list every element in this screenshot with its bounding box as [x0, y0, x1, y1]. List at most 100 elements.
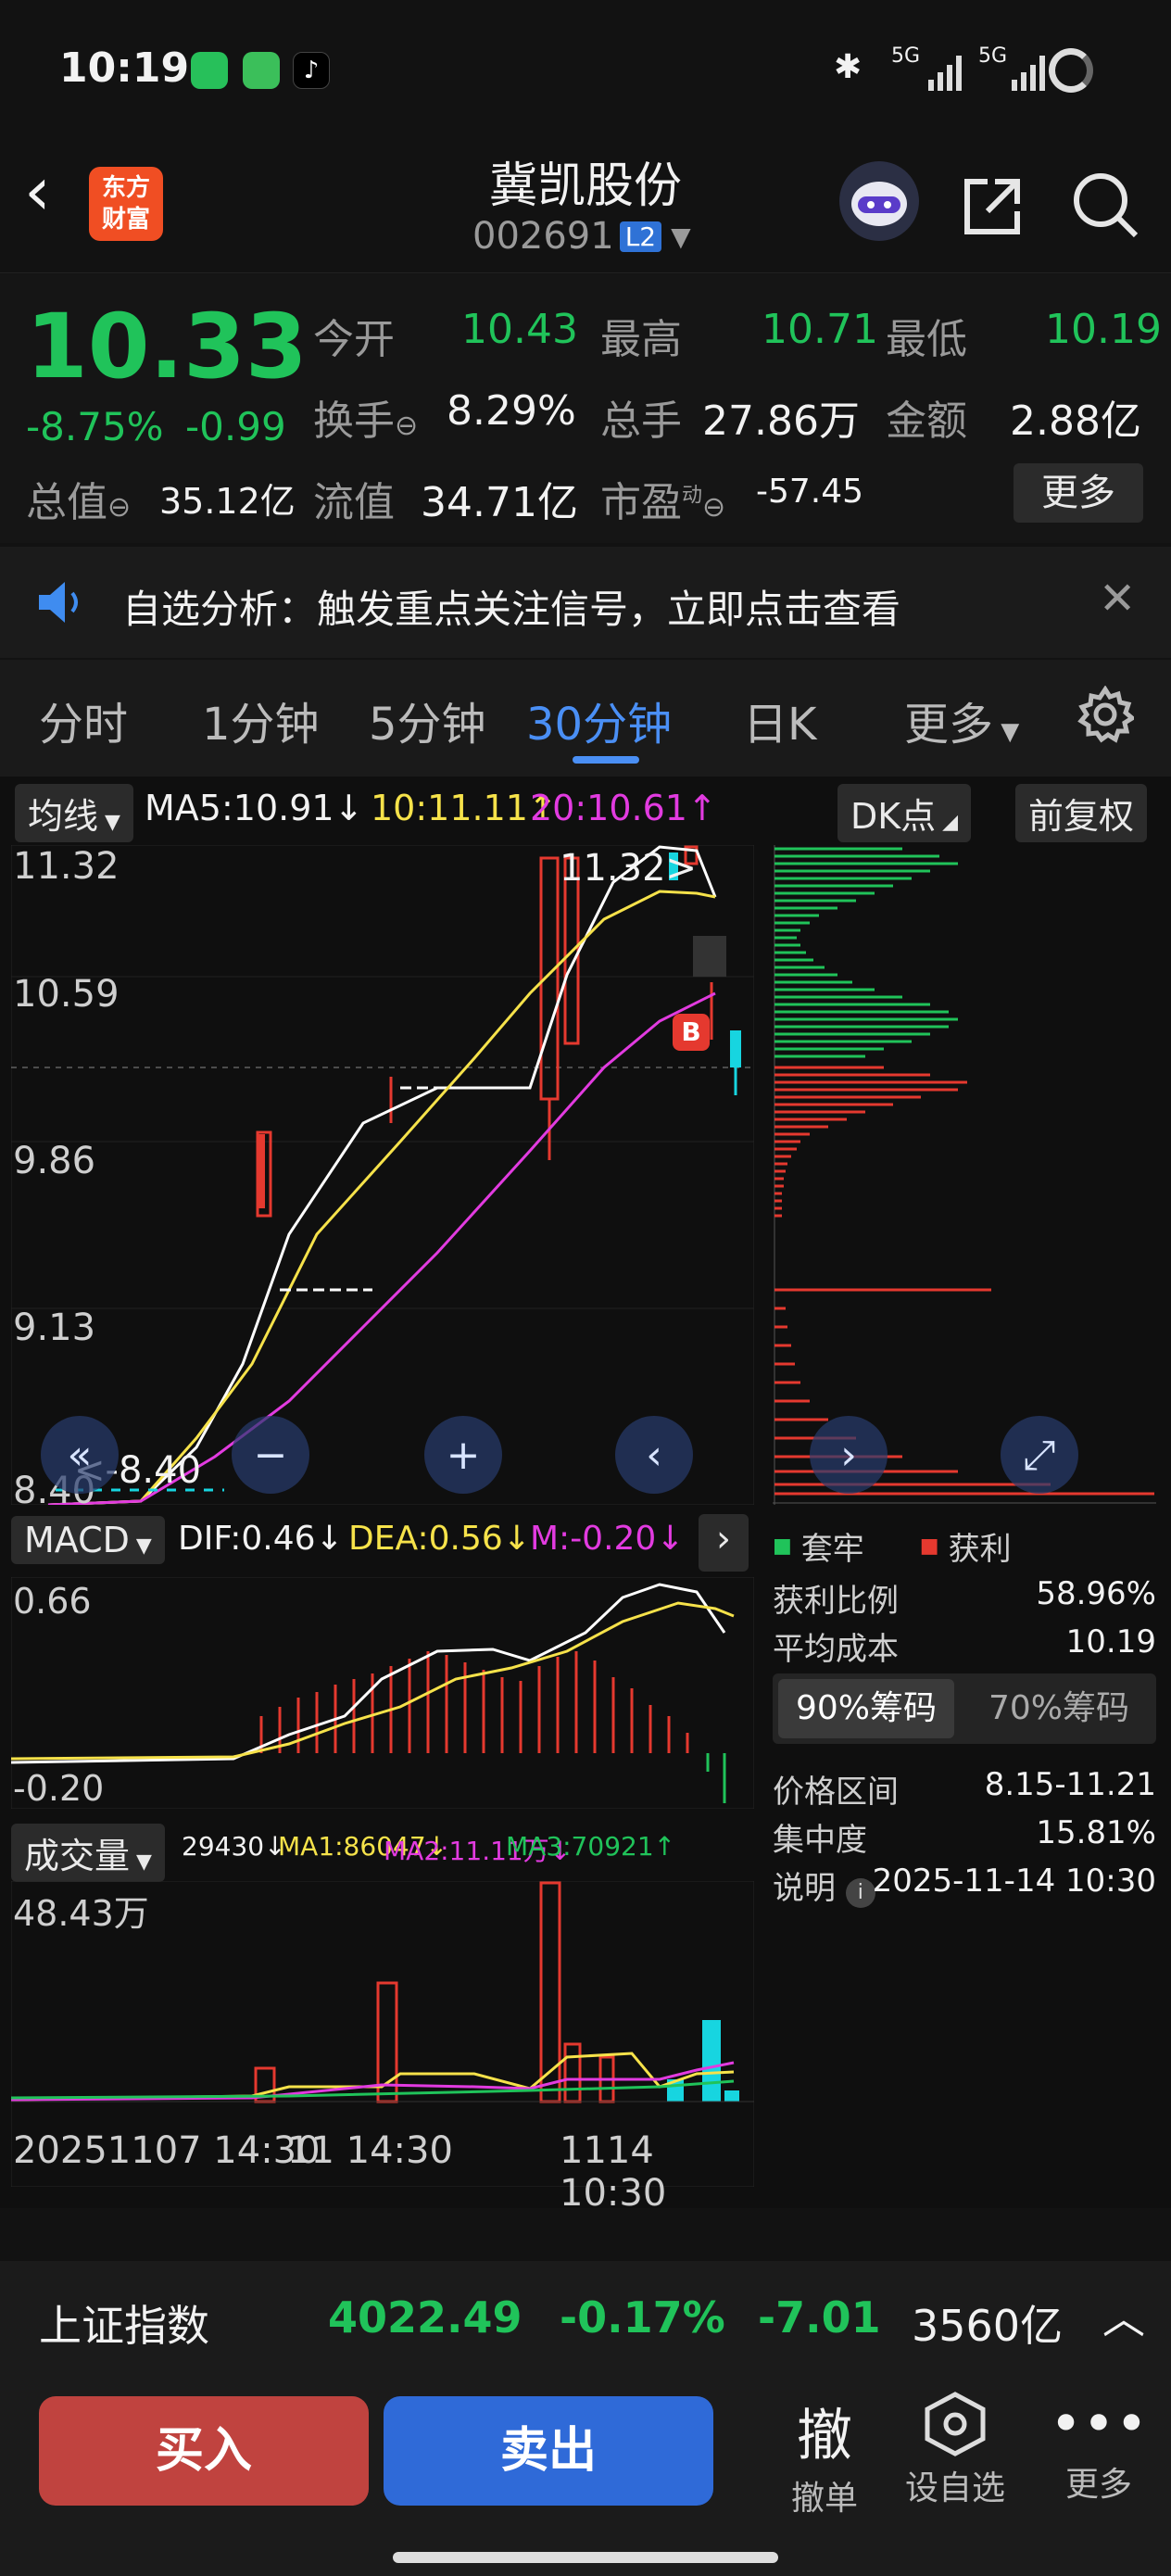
index-pct: -0.17% — [560, 2292, 725, 2342]
ma5-line — [47, 845, 717, 1505]
tab-30min[interactable]: 30分钟 — [526, 688, 672, 752]
y-tick-4: 9.13 — [13, 1307, 96, 1349]
ma-type-dropdown[interactable]: 均线 ▼ — [15, 784, 133, 842]
buy-button[interactable]: 买入 — [39, 2396, 369, 2506]
fullscreen-icon[interactable]: ⤢ — [1001, 1416, 1078, 1494]
candles — [256, 845, 741, 1218]
y-tick-top: 11.32 — [13, 845, 120, 888]
macd-m: M:-0.20↓ — [530, 1520, 685, 1558]
ma5-value: MA5:10.91↓ — [145, 788, 364, 828]
zoom-out-icon[interactable]: − — [232, 1416, 309, 1494]
low-value: 10.19 — [1045, 306, 1162, 353]
avg-cost-label: 平均成本 — [773, 1631, 899, 1668]
macd-chart[interactable] — [11, 1577, 754, 1809]
index-change: -7.01 — [758, 2292, 881, 2342]
volume-y-top: 48.43万 — [13, 1893, 149, 1934]
x-axis-left: 20251107 14:30 — [13, 2129, 321, 2172]
open-label: 今开 — [313, 316, 395, 363]
tab-fenshi[interactable]: 分时 — [39, 688, 128, 752]
stock-code-row[interactable]: 002691 L2 ▼ — [472, 215, 691, 258]
stock-code: 002691 — [472, 215, 614, 258]
volume-bars — [254, 1881, 615, 2103]
amount-value: 2.88亿 — [1010, 398, 1141, 445]
concentration-label: 集中度 — [773, 1822, 867, 1859]
index-amount: 3560亿 — [912, 2301, 1064, 2351]
network-5g-label-2: 5G — [978, 44, 1008, 68]
float-label: 流值 — [313, 479, 395, 526]
notice-text: 自选分析：触发重点关注信号，立即点击查看 — [122, 587, 901, 632]
volume-dropdown[interactable]: 成交量 ▼ — [11, 1824, 165, 1882]
profit-ratio-label: 获利比例 — [773, 1583, 899, 1620]
candle — [693, 936, 726, 977]
open-value: 10.43 — [461, 306, 578, 353]
chip-legend: ■ 套牢 ■ 获利 — [773, 1531, 1012, 1568]
ellipsis-icon: ••• — [1049, 2392, 1149, 2456]
mktcap-label: 总值⊖ — [26, 479, 132, 526]
macd-next-icon[interactable]: › — [699, 1514, 749, 1572]
turnover-label: 换手⊖ — [313, 398, 419, 445]
ma20-value: 20:10.61↑ — [530, 788, 717, 828]
x-axis-right: 1114 10:30 — [560, 2129, 667, 2215]
quote-panel: 10.33 -8.75% -0.99 今开 10.43 最高 10.71 最低 … — [0, 274, 1171, 543]
zoom-in-icon[interactable]: + — [424, 1416, 502, 1494]
index-ticker-bar[interactable]: 上证指数 4022.49 -0.17% -7.01 3560亿 ︿ — [0, 2261, 1171, 2372]
candle-chart[interactable] — [11, 845, 754, 1505]
buy-signal-marker[interactable]: B — [673, 1014, 710, 1051]
wechat-icon — [191, 52, 228, 89]
dk-point-dropdown[interactable]: DK点 ◢ — [837, 784, 972, 842]
settings-gear-icon[interactable] — [1077, 685, 1137, 747]
scroll-left-icon[interactable]: ‹ — [615, 1416, 693, 1494]
price-range-value: 8.15-11.21 — [984, 1766, 1156, 1803]
macd-dropdown[interactable]: MACD ▼ — [11, 1516, 165, 1564]
change-pct: -8.75% — [26, 404, 164, 449]
note-label[interactable]: 说明 i — [773, 1863, 875, 1908]
sell-button[interactable]: 卖出 — [384, 2396, 713, 2506]
macd-y-top: 0.66 — [13, 1581, 92, 1622]
volume-label: 总手 — [600, 398, 682, 445]
macd-dea: DEA:0.56↓ — [348, 1520, 531, 1558]
watchlist-hex-icon — [925, 2392, 986, 2456]
collapse-right-icon[interactable]: › — [810, 1416, 888, 1494]
pe-value: -57.45 — [756, 473, 864, 511]
dif-line — [11, 1583, 726, 1764]
kline-panel: 均线 ▼ MA5:10.91↓ 10:11.11↑ 20:10.61↑ 11.3… — [0, 777, 758, 2215]
change-value: -0.99 — [185, 404, 286, 449]
high-value: 10.71 — [762, 306, 878, 353]
ma20-line — [47, 991, 716, 1505]
high-price-marker: 11.32> — [560, 847, 698, 890]
signal-icon-2 — [1010, 52, 1051, 96]
adjust-type-button[interactable]: 前复权 — [1015, 784, 1148, 842]
notice-banner[interactable]: 自选分析：触发重点关注信号，立即点击查看 ✕ — [0, 547, 1171, 658]
turnover-value: 8.29% — [447, 387, 576, 435]
share-icon[interactable] — [960, 172, 1026, 243]
status-bar: 10:19 ♪ ✱ 5G 5G — [0, 0, 1171, 139]
volume-value: 27.86万 — [702, 398, 860, 445]
index-value: 4022.49 — [328, 2292, 523, 2342]
add-watchlist-button[interactable]: 设自选 — [895, 2391, 1015, 2509]
tab-daily-k[interactable]: 日K — [743, 688, 816, 752]
scroll-left-fast-icon[interactable]: « — [41, 1416, 119, 1494]
tab-70-chips[interactable]: 70%筹码 — [971, 1679, 1147, 1738]
pe-label: 市盈动⊖ — [600, 479, 726, 526]
chip-histogram[interactable] — [773, 845, 1156, 1505]
tab-more[interactable]: 更多 ▼ — [904, 688, 1019, 752]
cancel-order-button[interactable]: 撤 撤单 — [769, 2391, 880, 2519]
tab-1min[interactable]: 1分钟 — [202, 688, 320, 752]
trade-action-bar: 买入 卖出 撤 撤单 设自选 ••• 更多 — [0, 2372, 1171, 2576]
speaker-icon — [35, 578, 87, 630]
robot-avatar-icon[interactable] — [839, 161, 919, 241]
chevron-up-icon[interactable]: ︿ — [1102, 2285, 1145, 2346]
macd-bars — [259, 1651, 689, 1753]
more-button[interactable]: 更多 — [1014, 463, 1143, 523]
note-datetime: 2025-11-14 10:30 — [872, 1863, 1156, 1900]
index-name: 上证指数 — [39, 2301, 209, 2351]
close-icon[interactable]: ✕ — [1099, 573, 1136, 625]
search-icon[interactable] — [1071, 170, 1141, 245]
macd-y-bottom: -0.20 — [13, 1768, 105, 1809]
last-price: 10.33 — [26, 295, 308, 398]
more-menu-button[interactable]: ••• 更多 — [1043, 2391, 1154, 2506]
tab-90-chips[interactable]: 90%筹码 — [778, 1679, 954, 1738]
low-label: 最低 — [886, 316, 967, 363]
tab-5min[interactable]: 5分钟 — [369, 688, 486, 752]
chip-trapped-bars — [774, 847, 958, 1058]
